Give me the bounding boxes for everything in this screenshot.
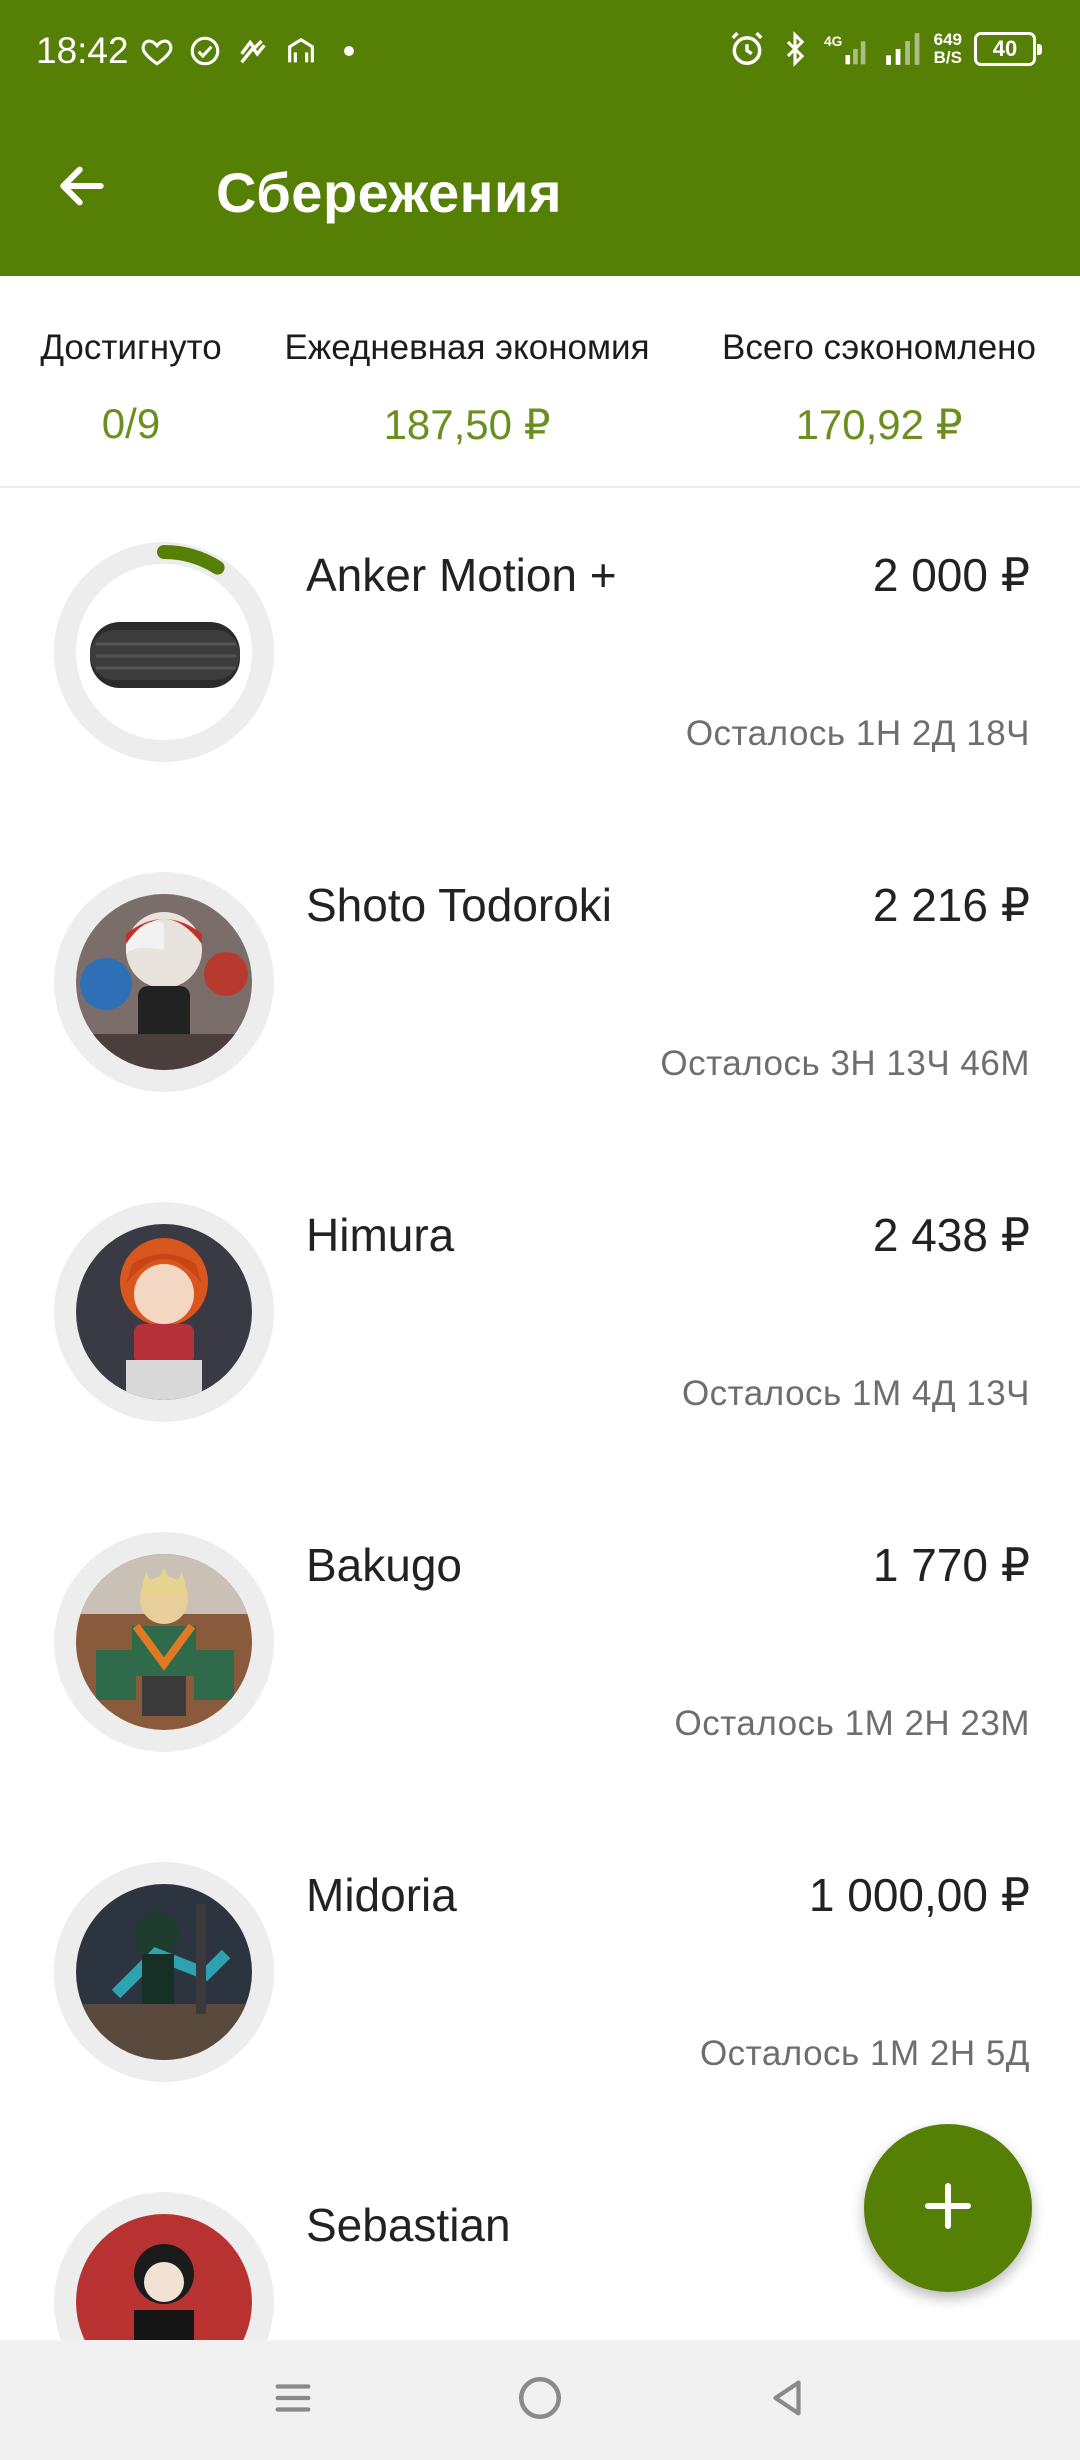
network-speed-value: 649 bbox=[933, 30, 962, 49]
achieved-value: 0/9 bbox=[101, 400, 161, 447]
signal-icon bbox=[882, 30, 922, 68]
item-image bbox=[76, 1224, 252, 1400]
health-icon bbox=[236, 34, 270, 68]
item-price: 2 438 ₽ bbox=[872, 1209, 1030, 1261]
daily-savings-value: 187,50 ₽ bbox=[383, 401, 551, 448]
avatar bbox=[54, 1532, 274, 1752]
home-circle-icon bbox=[515, 2373, 565, 2428]
battery-level: 40 bbox=[992, 36, 1018, 61]
item-image bbox=[76, 1884, 252, 2060]
alarm-icon bbox=[728, 30, 766, 68]
check-circle-icon bbox=[188, 34, 222, 68]
summary-total: Всего сэкономлено 170,92 ₽ bbox=[694, 328, 1064, 449]
back-button[interactable] bbox=[46, 152, 118, 224]
avatar bbox=[54, 1202, 274, 1422]
list-item[interactable]: Himura 2 438 ₽ Осталось 1М 4Д 13Ч bbox=[0, 1148, 1080, 1478]
progress-ring bbox=[57, 545, 271, 759]
avatar bbox=[54, 1862, 274, 2082]
time-remaining: Осталось 1М 2Н 5Д bbox=[699, 2034, 1030, 2073]
list-item[interactable]: Anker Motion + 2 000 ₽ Осталось 1Н 2Д 18… bbox=[0, 488, 1080, 818]
network-speed: 649 B/S bbox=[934, 31, 962, 67]
item-image bbox=[76, 1554, 252, 1730]
list-item[interactable]: Shoto Todoroki 2 216 ₽ Осталось 3Н 13Ч 4… bbox=[0, 818, 1080, 1148]
battery-icon: 40 bbox=[974, 32, 1042, 66]
bluetooth-icon bbox=[778, 30, 812, 68]
network-speed-unit: B/S bbox=[933, 48, 962, 67]
item-price: 2 000 ₽ bbox=[872, 549, 1030, 601]
heart-icon bbox=[140, 34, 174, 68]
item-name: Himura bbox=[306, 1209, 455, 1261]
arrow-back-icon bbox=[54, 158, 110, 219]
page-title: Сбережения bbox=[216, 161, 563, 224]
item-name: Bakugo bbox=[306, 1539, 463, 1591]
item-price: 2 216 ₽ bbox=[872, 879, 1030, 931]
menu-icon bbox=[270, 2375, 316, 2426]
dot-icon bbox=[332, 34, 366, 68]
screen: 18:42 4G 649 B/S 40 Сбережения Достигнут… bbox=[0, 0, 1080, 2460]
item-price: 1 000,00 ₽ bbox=[808, 1869, 1030, 1921]
recent-apps-button[interactable] bbox=[253, 2360, 333, 2440]
back-triangle-icon bbox=[764, 2375, 810, 2426]
list-item[interactable]: Midoria 1 000,00 ₽ Осталось 1М 2Н 5Д bbox=[0, 1808, 1080, 2138]
system-back-button[interactable] bbox=[747, 2360, 827, 2440]
summary-daily: Ежедневная экономия 187,50 ₽ bbox=[262, 328, 672, 449]
item-image bbox=[76, 894, 252, 1070]
signal-4g-icon: 4G bbox=[824, 30, 870, 68]
list-item[interactable]: Bakugo 1 770 ₽ Осталось 1М 2Н 23М bbox=[0, 1478, 1080, 1808]
store-icon bbox=[284, 34, 318, 68]
achieved-label: Достигнуто bbox=[40, 328, 222, 367]
savings-summary: Достигнуто 0/9 Ежедневная экономия 187,5… bbox=[0, 276, 1080, 488]
time-remaining: Осталось 1М 2Н 23М bbox=[674, 1704, 1030, 1743]
add-goal-button[interactable] bbox=[864, 2124, 1032, 2292]
avatar bbox=[54, 872, 274, 1092]
total-saved-value: 170,92 ₽ bbox=[795, 401, 963, 448]
status-time: 18:42 bbox=[36, 30, 129, 71]
item-name: Anker Motion + bbox=[306, 549, 617, 601]
system-icons: 4G 649 B/S 40 bbox=[728, 30, 1042, 68]
svg-text:4G: 4G bbox=[824, 34, 842, 49]
item-name: Sebastian bbox=[306, 2199, 511, 2251]
plus-icon bbox=[918, 2176, 978, 2241]
system-navigation-bar bbox=[0, 2340, 1080, 2460]
total-saved-label: Всего сэкономлено bbox=[722, 328, 1036, 367]
home-button[interactable] bbox=[500, 2360, 580, 2440]
summary-achieved: Достигнуто 0/9 bbox=[26, 328, 236, 448]
time-remaining: Осталось 1Н 2Д 18Ч bbox=[685, 714, 1030, 753]
notification-icons bbox=[140, 34, 366, 68]
item-name: Shoto Todoroki bbox=[306, 879, 613, 931]
time-remaining: Осталось 3Н 13Ч 46М bbox=[660, 1044, 1030, 1083]
daily-savings-label: Ежедневная экономия bbox=[284, 328, 650, 367]
item-price: 1 770 ₽ bbox=[872, 1539, 1030, 1591]
item-name: Midoria bbox=[306, 1869, 457, 1921]
time-remaining: Осталось 1М 4Д 13Ч bbox=[681, 1374, 1030, 1413]
